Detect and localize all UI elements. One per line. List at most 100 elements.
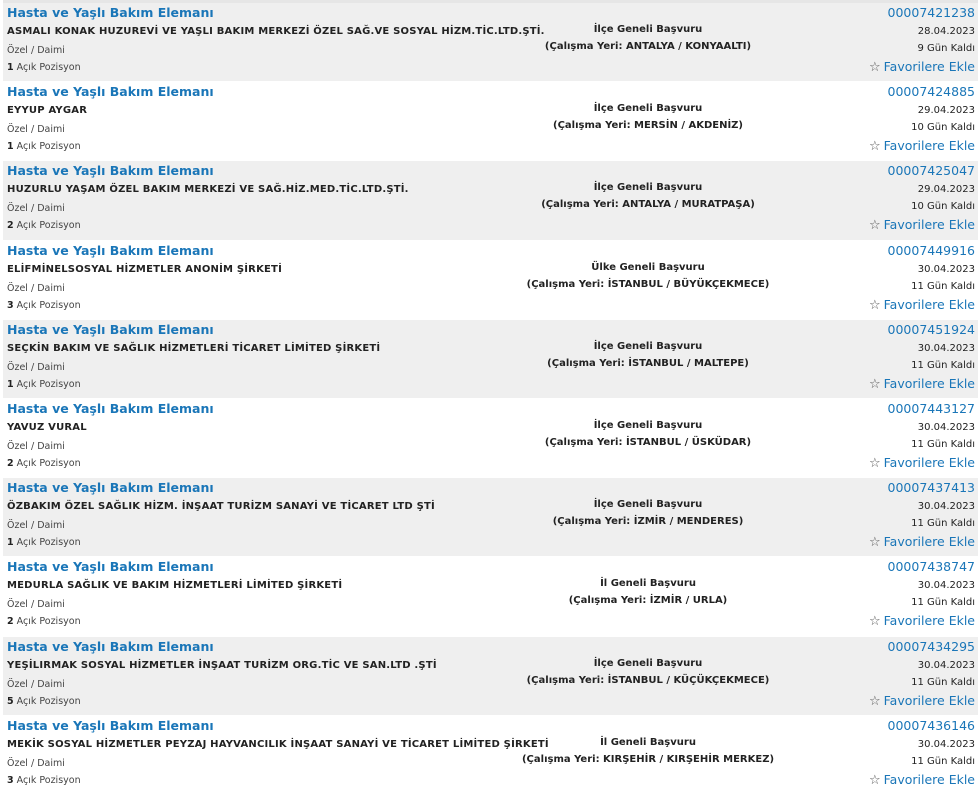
add-to-favorites-button[interactable]: ☆ Favorilere Ekle — [869, 455, 975, 471]
open-positions-label: Açık Pozisyon — [16, 537, 81, 549]
open-positions: 1 Açık Pozisyon — [7, 141, 81, 152]
job-title-link[interactable]: Hasta ve Yaşlı Bakım Elemanı — [7, 639, 214, 654]
add-to-favorites-label: Favorilere Ekle — [883, 454, 975, 470]
employment-type: Özel / Daimi — [7, 45, 65, 56]
add-to-favorites-label: Favorilere Ekle — [883, 534, 975, 550]
star-outline-icon: ☆ — [868, 614, 881, 630]
company-name: ÖZBAKIM ÖZEL SAĞLIK HİZM. İNŞAAT TURİZM … — [7, 501, 435, 513]
open-positions: 2 Açık Pozisyon — [7, 220, 81, 231]
job-listing-row: Hasta ve Yaşlı Bakım Elemanı ELİFMİNELSO… — [3, 240, 978, 320]
listing-date: 28.04.2023 — [917, 26, 975, 37]
add-to-favorites-button[interactable]: ☆ Favorilere Ekle — [869, 138, 975, 154]
add-to-favorites-button[interactable]: ☆ Favorilere Ekle — [869, 59, 975, 75]
job-title-link[interactable]: Hasta ve Yaşlı Bakım Elemanı — [7, 5, 214, 20]
open-positions-count: 1 — [7, 141, 14, 153]
employment-type: Özel / Daimi — [7, 678, 65, 690]
work-location: (Çalışma Yeri: İSTANBUL / MALTEPE) — [547, 357, 749, 369]
days-remaining: 9 Gün Kaldı — [917, 43, 975, 54]
listing-number-link[interactable]: 00007451924 — [888, 322, 975, 337]
listing-number-link[interactable]: 00007434295 — [888, 639, 975, 654]
work-location: (Çalışma Yeri: ANTALYA / KONYAALTI) — [544, 41, 752, 52]
job-title-link[interactable]: Hasta ve Yaşlı Bakım Elemanı — [7, 84, 214, 99]
employment-type: Özel / Daimi — [7, 282, 65, 294]
employment-type: Özel / Daimi — [7, 520, 65, 532]
application-scope: İl Geneli Başvuru — [600, 736, 696, 748]
star-outline-icon: ☆ — [868, 772, 881, 788]
days-remaining: 11 Gün Kaldı — [911, 359, 975, 371]
open-positions: 1 Açık Pozisyon — [7, 537, 81, 548]
job-listing-row: Hasta ve Yaşlı Bakım Elemanı MEKİK SOSYA… — [3, 715, 978, 795]
star-outline-icon: ☆ — [868, 60, 881, 75]
add-to-favorites-button[interactable]: ☆ Favorilere Ekle — [869, 297, 975, 313]
job-title-link[interactable]: Hasta ve Yaşlı Bakım Elemanı — [7, 401, 214, 416]
work-location: (Çalışma Yeri: İZMİR / URLA) — [568, 595, 728, 607]
open-positions-label: Açık Pozisyon — [16, 774, 81, 786]
employment-type: Özel / Daimi — [7, 599, 65, 611]
add-to-favorites-button[interactable]: ☆ Favorilere Ekle — [869, 534, 975, 550]
company-name: HUZURLU YAŞAM ÖZEL BAKIM MERKEZİ VE SAĞ.… — [7, 184, 409, 196]
listing-date: 30.04.2023 — [917, 263, 975, 275]
application-scope: İlçe Geneli Başvuru — [593, 657, 703, 669]
job-listing-list: Hasta ve Yaşlı Bakım Elemanı ASMALI KONA… — [3, 0, 978, 795]
add-to-favorites-label: Favorilere Ekle — [883, 692, 975, 708]
application-scope: İlçe Geneli Başvuru — [593, 340, 703, 352]
job-title-link[interactable]: Hasta ve Yaşlı Bakım Elemanı — [7, 480, 214, 495]
open-positions-count: 2 — [7, 457, 14, 469]
add-to-favorites-button[interactable]: ☆ Favorilere Ekle — [869, 693, 975, 709]
company-name: MEDURLA SAĞLIK VE BAKIM HİZMETLERİ LİMİT… — [7, 580, 343, 592]
listing-date: 30.04.2023 — [917, 501, 975, 513]
work-location: (Çalışma Yeri: İSTANBUL / BÜYÜKÇEKMECE) — [526, 278, 770, 290]
work-location: (Çalışma Yeri: İSTANBUL / KÜÇÜKÇEKMECE) — [526, 674, 770, 686]
days-remaining: 10 Gün Kaldı — [911, 122, 975, 134]
add-to-favorites-button[interactable]: ☆ Favorilere Ekle — [869, 613, 975, 629]
application-scope: Ülke Geneli Başvuru — [591, 261, 705, 273]
listing-number-link[interactable]: 00007424885 — [888, 84, 975, 99]
application-scope: İlçe Geneli Başvuru — [593, 24, 703, 35]
open-positions: 3 Açık Pozisyon — [7, 300, 81, 311]
listing-number-link[interactable]: 00007437413 — [888, 480, 975, 495]
days-remaining: 11 Gün Kaldı — [911, 755, 975, 767]
days-remaining: 11 Gün Kaldı — [911, 280, 975, 292]
job-title-link[interactable]: Hasta ve Yaşlı Bakım Elemanı — [7, 559, 214, 574]
employment-type: Özel / Daimi — [7, 757, 65, 769]
listing-number-link[interactable]: 00007438747 — [888, 559, 975, 574]
listing-number-link[interactable]: 00007421238 — [888, 5, 975, 20]
company-name: YAVUZ VURAL — [7, 421, 87, 433]
listing-number-link[interactable]: 00007425047 — [888, 163, 975, 178]
days-remaining: 11 Gün Kaldı — [911, 676, 975, 688]
open-positions: 1 Açık Pozisyon — [7, 379, 81, 390]
add-to-favorites-button[interactable]: ☆ Favorilere Ekle — [869, 376, 975, 392]
star-outline-icon: ☆ — [868, 218, 881, 234]
open-positions-label: Açık Pozisyon — [16, 299, 81, 311]
listing-number-link[interactable]: 00007436146 — [888, 718, 975, 733]
company-name: SEÇKİN BAKIM VE SAĞLIK HİZMETLERİ TİCARE… — [7, 342, 381, 354]
add-to-favorites-button[interactable]: ☆ Favorilere Ekle — [869, 217, 975, 233]
star-outline-icon: ☆ — [868, 693, 881, 709]
job-title-link[interactable]: Hasta ve Yaşlı Bakım Elemanı — [7, 163, 214, 178]
open-positions: 2 Açık Pozisyon — [7, 458, 81, 469]
work-location: (Çalışma Yeri: ANTALYA / MURATPAŞA) — [541, 199, 755, 211]
listing-number-link[interactable]: 00007443127 — [888, 401, 975, 416]
add-to-favorites-button[interactable]: ☆ Favorilere Ekle — [869, 772, 975, 788]
open-positions-count: 3 — [7, 299, 14, 311]
job-listing-row: Hasta ve Yaşlı Bakım Elemanı EYYUP AYGAR… — [3, 82, 978, 162]
employment-type: Özel / Daimi — [7, 203, 65, 215]
listing-date: 30.04.2023 — [917, 738, 975, 750]
add-to-favorites-label: Favorilere Ekle — [883, 613, 975, 629]
open-positions-label: Açık Pozisyon — [16, 695, 81, 707]
listing-date: 30.04.2023 — [917, 659, 975, 671]
job-title-link[interactable]: Hasta ve Yaşlı Bakım Elemanı — [7, 243, 214, 258]
add-to-favorites-label: Favorilere Ekle — [883, 138, 975, 154]
open-positions-count: 2 — [7, 220, 14, 232]
open-positions-count: 1 — [7, 62, 14, 73]
listing-number-link[interactable]: 00007449916 — [888, 243, 975, 258]
open-positions-count: 1 — [7, 378, 14, 390]
listing-date: 29.04.2023 — [917, 184, 975, 196]
listing-date: 29.04.2023 — [917, 105, 975, 117]
job-title-link[interactable]: Hasta ve Yaşlı Bakım Elemanı — [7, 718, 214, 733]
star-outline-icon: ☆ — [868, 297, 881, 313]
work-location: (Çalışma Yeri: MERSİN / AKDENİZ) — [553, 120, 743, 132]
job-title-link[interactable]: Hasta ve Yaşlı Bakım Elemanı — [7, 322, 214, 337]
application-scope: İl Geneli Başvuru — [600, 578, 696, 590]
open-positions-label: Açık Pozisyon — [16, 62, 81, 73]
